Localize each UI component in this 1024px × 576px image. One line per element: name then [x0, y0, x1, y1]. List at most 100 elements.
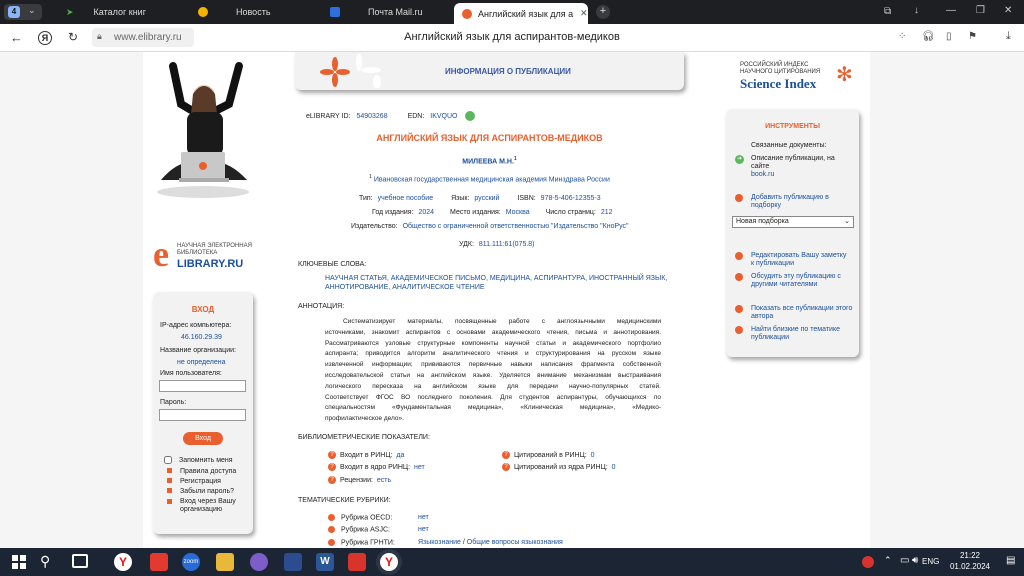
download-icon[interactable]: ↓ [914, 5, 919, 16]
reload-icon[interactable]: ↻ [68, 30, 78, 44]
tab-label: Новость [236, 7, 271, 17]
notifications-icon[interactable]: ▤ [1006, 555, 1015, 566]
publisher-row: Издательство: Общество с ограниченной от… [351, 223, 629, 230]
logo-e: e [153, 234, 169, 274]
headphones-icon[interactable]: 🎧︎ [922, 31, 935, 42]
rubrics-title: ТЕМАТИЧЕСКИЕ РУБРИКИ: [298, 497, 391, 504]
desc-link[interactable]: Описание публикации, на сайте book.ru [751, 155, 847, 179]
annotation-text: Систематизирует материалы, посвященные р… [325, 318, 661, 423]
minimize-icon[interactable]: — [946, 5, 956, 16]
extensions-icon[interactable]: ⁘ [898, 31, 906, 42]
bookmark-icon[interactable]: ⚑ [968, 31, 977, 42]
clock-time[interactable]: 21:22 [948, 551, 992, 560]
username-input[interactable] [159, 380, 246, 392]
back-icon[interactable]: ← [10, 30, 23, 45]
year-row: Год издания: 2024 Место издания: Москва … [372, 209, 613, 216]
viber-icon[interactable] [250, 553, 268, 571]
link-forgot-password[interactable]: Забыли пароль? [167, 488, 251, 498]
chevron-up-icon[interactable]: ⌃ [884, 555, 892, 566]
read-mode-icon[interactable]: ▯ [946, 31, 952, 42]
app-icon-red[interactable] [150, 553, 168, 571]
download-icon[interactable]: ⤓ [1006, 30, 1011, 43]
edn-value[interactable]: IKVQUO [430, 113, 457, 120]
globe-icon [198, 7, 208, 17]
yandex-icon[interactable]: Я [38, 31, 52, 45]
help-icon: ? [502, 451, 510, 459]
id-row: eLIBRARY ID: 54903268 EDN: IKVQUO [306, 111, 476, 121]
keywords-title: КЛЮЧЕВЫЕ СЛОВА: [298, 261, 367, 268]
url-field[interactable]: 🔒︎ www.elibrary.ru [92, 28, 194, 47]
volume-icon[interactable]: 🔊︎ [912, 555, 918, 566]
asterisk-icon: ✻ [836, 64, 853, 86]
collection-select[interactable]: Новая подборка ⌄ [732, 216, 854, 228]
collections-icon[interactable]: ⧉ [884, 6, 891, 17]
tab-catalog[interactable]: ➤ Каталог книг [58, 2, 176, 22]
org-value: не определена [177, 359, 226, 366]
edit-note-link[interactable]: Редактировать Вашу заметку к публикации [751, 252, 851, 268]
windows-start-icon[interactable] [12, 555, 26, 569]
password-input[interactable] [159, 409, 246, 421]
discuss-link[interactable]: Обсудить эту публикацию с другими читате… [751, 273, 851, 289]
yandex-active-icon[interactable]: Y [380, 553, 398, 571]
add-to-collection-link[interactable]: Добавить публикацию в подборку [751, 194, 847, 210]
logo-caption: НАУЧНАЯ ЭЛЕКТРОННАЯ БИБЛИОТЕКА [177, 243, 252, 256]
science-index-logo: РОССИЙСКИЙ ИНДЕКС НАУЧНОГО ЦИТИРОВАНИЯ S… [740, 62, 853, 91]
keywords-line[interactable]: АННОТИРОВАНИЕ, АНАЛИТИЧЕСКОЕ ЧТЕНИЕ [325, 284, 485, 291]
similar-publications-link[interactable]: Найти близкие по тематике публикации [751, 326, 851, 342]
help-icon: ? [328, 476, 336, 484]
publisher-link[interactable]: Общество с ограниченной ответственностью… [403, 223, 629, 230]
save-icon[interactable] [284, 553, 302, 571]
tab-counter[interactable]: 4 ⌄ [4, 4, 42, 20]
arrow-icon: ➜ [735, 155, 744, 164]
language-indicator[interactable]: ENG [922, 557, 939, 566]
camera-icon[interactable] [348, 553, 366, 571]
close-icon[interactable]: ✕ [580, 8, 588, 19]
clock-date[interactable]: 01.02.2024 [942, 562, 998, 571]
zoom-icon[interactable]: zoom [182, 553, 200, 571]
keywords-line[interactable]: НАУЧНАЯ СТАТЬЯ, АКАДЕМИЧЕСКОЕ ПИСЬМО, МЕ… [325, 275, 667, 282]
login-links: Правила доступа Регистрация Забыли парол… [167, 468, 251, 514]
folder-icon[interactable] [216, 553, 234, 571]
link-org-login[interactable]: Вход через Вашу организацию [167, 498, 251, 514]
network-icon[interactable]: ▭ [900, 555, 909, 566]
restore-icon[interactable]: ❐ [976, 5, 985, 16]
metric-cit-rinc: ? Цитирований в РИНЦ: 0 [502, 451, 595, 459]
tab-news[interactable]: Новость [190, 2, 308, 22]
search-icon[interactable]: ⚲ [40, 553, 50, 570]
task-view-icon[interactable] [72, 554, 88, 568]
publication-title: АНГЛИЙСКИЙ ЯЗЫК ДЛЯ АСПИРАНТОВ-МЕДИКОВ [376, 133, 603, 143]
tab-mail[interactable]: Почта Mail.ru [322, 2, 448, 22]
qr-icon[interactable] [465, 111, 476, 121]
tab-label: Английский язык для а [478, 8, 574, 19]
remember-label: Запомнить меня [179, 457, 233, 464]
new-tab-button[interactable]: + [596, 5, 610, 19]
tab-bar: 4 ⌄ ➤ Каталог книг Новость Почта Mail.ru… [0, 0, 1024, 24]
tools-title: ИНСТРУМЕНТЫ [765, 123, 820, 130]
author-line[interactable]: МИЛЕЕВА М.Н.1 [295, 156, 684, 165]
affiliation[interactable]: 1 Ивановская государственная медицинская… [295, 174, 684, 183]
url-text: www.elibrary.ru [114, 32, 182, 43]
bullet-icon [735, 326, 743, 334]
biblio-title: БИБЛИОМЕТРИЧЕСКИЕ ПОКАЗАТЕЛИ: [298, 434, 430, 441]
yandex-browser-icon[interactable]: Y [114, 553, 132, 571]
author-publications-link[interactable]: Показать все публикации этого автора [751, 305, 855, 321]
mail-icon [330, 7, 340, 17]
rubric-grnti: Рубрика ГРНТИ: [328, 539, 395, 546]
link-access-rules[interactable]: Правила доступа [167, 468, 251, 478]
metric-core: ? Входит в ядро РИНЦ: нет [328, 463, 425, 471]
word-icon[interactable]: W [316, 553, 334, 571]
tab-active[interactable]: Английский язык для а ✕ [454, 3, 588, 24]
elibrary-logo: e НАУЧНАЯ ЭЛЕКТРОННАЯ БИБЛИОТЕКА LIBRARY… [153, 234, 257, 274]
window-close-icon[interactable]: ✕ [1004, 5, 1012, 16]
tab-count: 4 [8, 6, 20, 18]
rubric-grnti-value[interactable]: Языкознание / Общие вопросы языкознания [418, 539, 563, 546]
rubric-asjc-value: нет [418, 526, 429, 533]
chevron-down-icon: ⌄ [844, 218, 850, 225]
type-row: Тип: учебное пособие Язык: русский ISBN:… [359, 195, 601, 202]
flower-icon [320, 54, 381, 88]
remember-checkbox[interactable] [164, 456, 172, 464]
login-button[interactable]: Вход [183, 432, 223, 445]
tray-app-icon[interactable] [862, 556, 874, 568]
link-register[interactable]: Регистрация [167, 478, 251, 488]
login-title: ВХОД [191, 305, 215, 314]
